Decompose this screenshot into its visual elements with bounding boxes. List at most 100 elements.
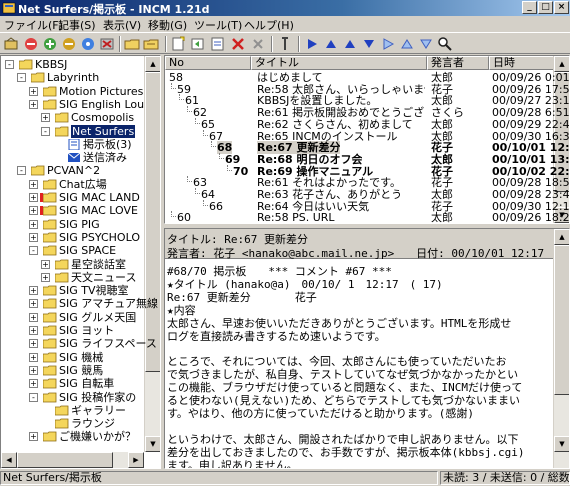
next-icon[interactable] [323, 36, 339, 52]
tree-item[interactable]: + SIG アマチュア無線 [1, 297, 158, 310]
viewer-vertical-scrollbar[interactable]: ▲ ▼ [553, 229, 569, 468]
tree-item[interactable]: + SIG 機械 [1, 351, 144, 364]
viewer-scroll-thumb[interactable] [554, 245, 569, 395]
next-thread-icon[interactable] [361, 36, 377, 52]
tree-item[interactable]: 掲示板(3) [1, 138, 144, 151]
expand-icon[interactable]: + [29, 179, 38, 189]
tree-item[interactable]: + Motion Pictures [1, 85, 144, 98]
menu-file[interactable]: ファイル(F) [4, 17, 63, 33]
expand-icon[interactable]: + [29, 219, 38, 229]
scroll-right-button[interactable]: ▶ [128, 452, 144, 468]
up-alt-icon[interactable] [399, 36, 415, 52]
collapse-icon[interactable]: - [17, 73, 26, 83]
tree-item[interactable]: + SIG MAC LAND [1, 191, 144, 204]
undo-icon[interactable] [250, 36, 266, 52]
tree-item[interactable]: + SIG MAC LOVE [1, 204, 144, 217]
tree-item[interactable]: + SIG PSYCHOLO [1, 231, 144, 244]
expand-icon[interactable]: + [29, 312, 38, 322]
tree-item[interactable]: ギャラリー [1, 404, 144, 417]
tree-item[interactable]: - Labyrinth [1, 71, 144, 84]
expand-icon[interactable]: + [29, 286, 38, 296]
tree-item[interactable]: + Cosmopolis [1, 111, 144, 124]
edit-icon[interactable] [210, 36, 226, 52]
message-row[interactable]: 60 Re:58 PS. URL 太郎 00/09/26 18:28 [165, 211, 569, 223]
reply-icon[interactable] [190, 36, 206, 52]
tree-item[interactable]: ラウンジ [1, 417, 144, 430]
tree-item[interactable]: + SIG 競馬 [1, 364, 144, 377]
list-scroll-up-button[interactable]: ▲ [554, 56, 569, 72]
find-icon[interactable] [437, 36, 453, 52]
expand-icon[interactable]: + [41, 259, 50, 269]
disconnect-icon[interactable] [99, 36, 115, 52]
viewer-scroll-down-button[interactable]: ▼ [554, 436, 569, 452]
tree-item[interactable]: + 天文ニュース [1, 271, 144, 284]
new-message-icon[interactable] [170, 36, 186, 52]
expand-icon[interactable]: + [29, 339, 38, 349]
expand-icon[interactable]: + [29, 365, 38, 375]
expand-icon[interactable]: + [29, 352, 38, 362]
scroll-thumb[interactable] [145, 72, 160, 372]
tree-item[interactable]: + SIG PIG [1, 218, 144, 231]
tree-item[interactable]: + SIG ライフスペース [1, 337, 157, 350]
scroll-up-button[interactable]: ▲ [145, 56, 160, 72]
prev-unread-icon[interactable] [304, 36, 320, 52]
expand-icon[interactable]: + [29, 326, 38, 335]
down-icon[interactable] [418, 36, 434, 52]
tree-item[interactable]: + SIG English Lou [1, 98, 144, 111]
tree-item[interactable]: + SIG 自転車 [1, 377, 144, 390]
collapse-icon[interactable]: - [29, 392, 38, 402]
tree-item[interactable]: + Chat広場 [1, 178, 144, 191]
minimize-button[interactable]: _ [522, 1, 537, 14]
menu-tools[interactable]: ツール(T) [194, 17, 242, 33]
tree-item[interactable]: 送信済み [1, 151, 144, 164]
expand-icon[interactable]: + [41, 272, 50, 282]
column-header-title[interactable]: タイトル [251, 56, 427, 70]
menu-view[interactable]: 表示(V) [103, 17, 141, 33]
receive-icon[interactable] [23, 36, 39, 52]
expand-icon[interactable]: + [29, 193, 38, 202]
tree-item[interactable]: + SIG グルメ天国 [1, 311, 144, 324]
menu-article[interactable]: 記事(S) [58, 17, 96, 33]
expand-icon[interactable]: + [29, 299, 38, 309]
tree-horizontal-scrollbar[interactable]: ◀ ▶ [1, 452, 144, 468]
expand-icon[interactable]: + [29, 206, 38, 216]
tree-item[interactable]: - SIG SPACE [1, 244, 144, 257]
tree-item[interactable]: + 星空談話室 [1, 258, 144, 271]
maximize-button[interactable]: □ [538, 1, 553, 14]
menu-move[interactable]: 移動(G) [148, 17, 187, 33]
collapse-icon[interactable]: - [41, 126, 50, 136]
tree-item[interactable]: - SIG 投稿作家の [1, 391, 144, 404]
receive-send-icon[interactable] [61, 36, 77, 52]
new-folder-icon[interactable] [124, 36, 140, 52]
collapse-icon[interactable]: - [5, 60, 14, 69]
collapse-icon[interactable]: - [17, 166, 26, 176]
column-header-date[interactable]: 日時 [489, 56, 555, 70]
tree-item[interactable]: + SIG TV視聴室 [1, 284, 144, 297]
folder-icon[interactable] [143, 36, 159, 52]
viewer-scroll-up-button[interactable]: ▲ [554, 229, 569, 245]
tree-item[interactable]: - KBBSJ [1, 58, 144, 71]
delete-icon[interactable] [230, 36, 246, 52]
scroll-left-button[interactable]: ◀ [1, 452, 17, 468]
dial-icon[interactable] [80, 36, 96, 52]
expand-icon[interactable]: + [29, 86, 38, 96]
up-icon[interactable] [342, 36, 358, 52]
expand-icon[interactable]: + [29, 99, 38, 109]
expand-icon[interactable]: + [29, 232, 38, 242]
prev-icon[interactable] [380, 36, 396, 52]
connect-icon[interactable] [3, 36, 19, 52]
close-button[interactable]: × [554, 1, 569, 14]
scroll-down-button[interactable]: ▼ [145, 436, 160, 452]
send-icon[interactable] [42, 36, 58, 52]
collapse-icon[interactable]: - [29, 246, 38, 256]
expand-icon[interactable]: + [29, 379, 38, 389]
tree-item[interactable]: - Net Surfers [1, 124, 144, 138]
tool-icon[interactable] [277, 36, 293, 52]
column-header-author[interactable]: 発言者 [427, 56, 489, 70]
tree-item[interactable]: + ご機嫌いかが？ [1, 430, 144, 443]
expand-icon[interactable]: + [29, 432, 38, 442]
column-header-no[interactable]: No [165, 56, 251, 70]
tree-item[interactable]: - PCVAN^2 [1, 164, 144, 177]
hscroll-thumb[interactable] [17, 452, 113, 468]
tree-vertical-scrollbar[interactable]: ▲ ▼ [144, 56, 160, 452]
